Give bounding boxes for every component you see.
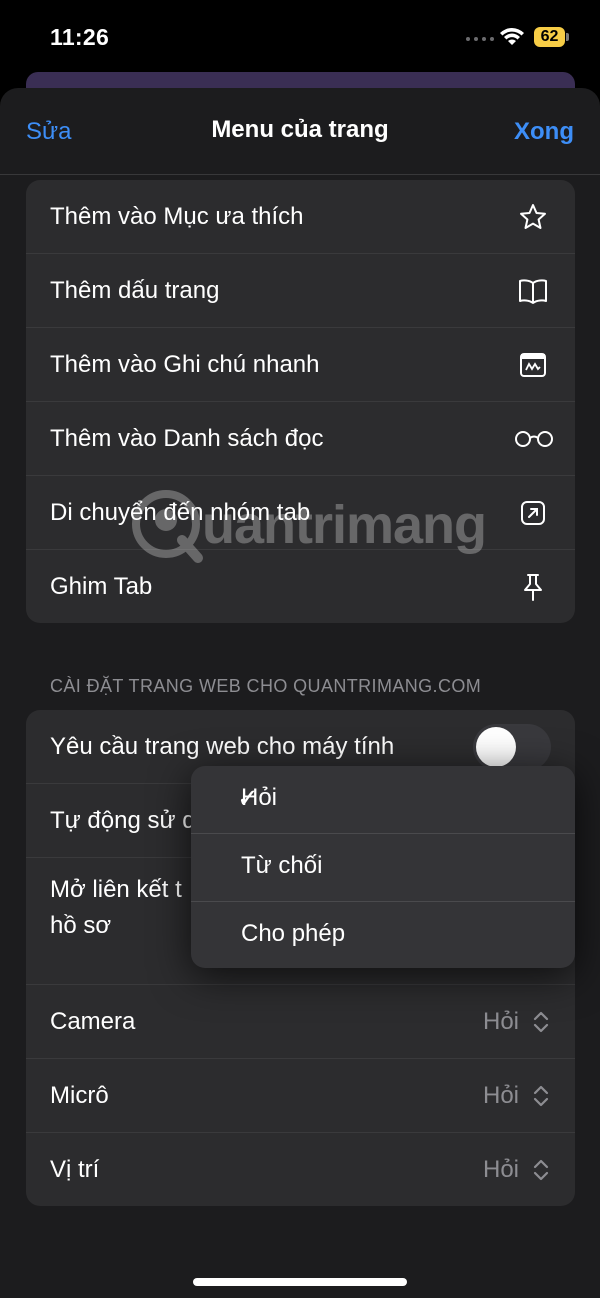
home-indicator[interactable] bbox=[193, 1278, 407, 1286]
toggle-knob bbox=[476, 726, 516, 767]
menu-item-label: Ghim Tab bbox=[50, 572, 153, 600]
setting-label: Mở liên kết t hồ sơ bbox=[50, 872, 210, 944]
setting-label: Vị trí bbox=[50, 1155, 100, 1183]
menu-item-label: Thêm vào Ghi chú nhanh bbox=[50, 350, 320, 378]
popover-option-ask[interactable]: ✓ Hỏi bbox=[191, 766, 575, 834]
done-button[interactable]: Xong bbox=[514, 118, 574, 146]
quick-note-icon bbox=[517, 349, 549, 381]
menu-item-add-bookmark[interactable]: Thêm dấu trang bbox=[26, 254, 575, 328]
menu-item-label: Thêm vào Mục ưa thích bbox=[50, 202, 304, 230]
popover-option-label: Hỏi bbox=[241, 784, 278, 811]
chevron-up-down-icon bbox=[533, 1011, 549, 1032]
setting-label: Tự động sử d bbox=[50, 806, 196, 834]
chevron-up-down-icon bbox=[533, 1085, 549, 1106]
setting-label-line2: hồ sơ bbox=[50, 912, 112, 939]
menu-item-add-favorites[interactable]: Thêm vào Mục ưa thích bbox=[26, 180, 575, 254]
menu-item-label: Thêm vào Danh sách đọc bbox=[50, 424, 324, 452]
menu-item-pin-tab[interactable]: Ghim Tab bbox=[26, 550, 575, 623]
website-settings-header: CÀI ĐẶT TRANG WEB CHO QUANTRIMANG.COM bbox=[50, 676, 482, 696]
chevron-up-down-icon bbox=[533, 1159, 549, 1180]
location-row[interactable]: Vị trí Hỏi bbox=[26, 1133, 575, 1206]
setting-label: Camera bbox=[50, 1007, 136, 1035]
sheet-title: Menu của trang bbox=[211, 116, 389, 143]
move-to-tab-group-icon bbox=[517, 497, 549, 529]
microphone-row[interactable]: Micrô Hỏi bbox=[26, 1059, 575, 1133]
page-menu-group: Thêm vào Mục ưa thích Thêm dấu trang Thê… bbox=[26, 180, 575, 623]
menu-item-move-to-tab-group[interactable]: Di chuyển đến nhóm tab bbox=[26, 476, 575, 550]
setting-value: Hỏi bbox=[482, 1081, 519, 1109]
setting-label: Yêu cầu trang web cho máy tính bbox=[50, 732, 395, 760]
setting-value: Hỏi bbox=[482, 1155, 519, 1183]
status-time: 11:26 bbox=[50, 24, 110, 50]
popover-option-allow[interactable]: Cho phép bbox=[191, 902, 575, 968]
popover-option-label: Cho phép bbox=[241, 920, 346, 947]
menu-item-add-reading-list[interactable]: Thêm vào Danh sách đọc bbox=[26, 402, 575, 476]
setting-label-line1: Mở liên kết t bbox=[50, 876, 182, 903]
nav-divider bbox=[0, 174, 600, 175]
request-desktop-site-toggle[interactable] bbox=[473, 723, 551, 770]
glasses-icon bbox=[513, 423, 555, 455]
star-icon bbox=[517, 201, 549, 233]
cellular-signal-icon bbox=[466, 37, 494, 41]
menu-item-label: Thêm dấu trang bbox=[50, 276, 220, 304]
book-icon bbox=[517, 275, 549, 307]
permission-popover-menu: ✓ Hỏi Từ chối Cho phép bbox=[191, 766, 575, 968]
menu-item-add-quick-note[interactable]: Thêm vào Ghi chú nhanh bbox=[26, 328, 575, 402]
battery-level: 62 bbox=[534, 27, 565, 47]
pin-icon bbox=[517, 571, 549, 603]
camera-row[interactable]: Camera Hỏi bbox=[26, 985, 575, 1059]
wifi-icon bbox=[500, 28, 524, 45]
setting-label: Micrô bbox=[50, 1081, 109, 1109]
battery-icon: 62 bbox=[534, 27, 570, 47]
menu-item-label: Di chuyển đến nhóm tab bbox=[50, 498, 311, 526]
setting-value: Hỏi bbox=[482, 1007, 519, 1035]
status-bar: 11:26 62 bbox=[0, 0, 600, 80]
popover-option-deny[interactable]: Từ chối bbox=[191, 834, 575, 902]
popover-option-label: Từ chối bbox=[241, 852, 323, 879]
